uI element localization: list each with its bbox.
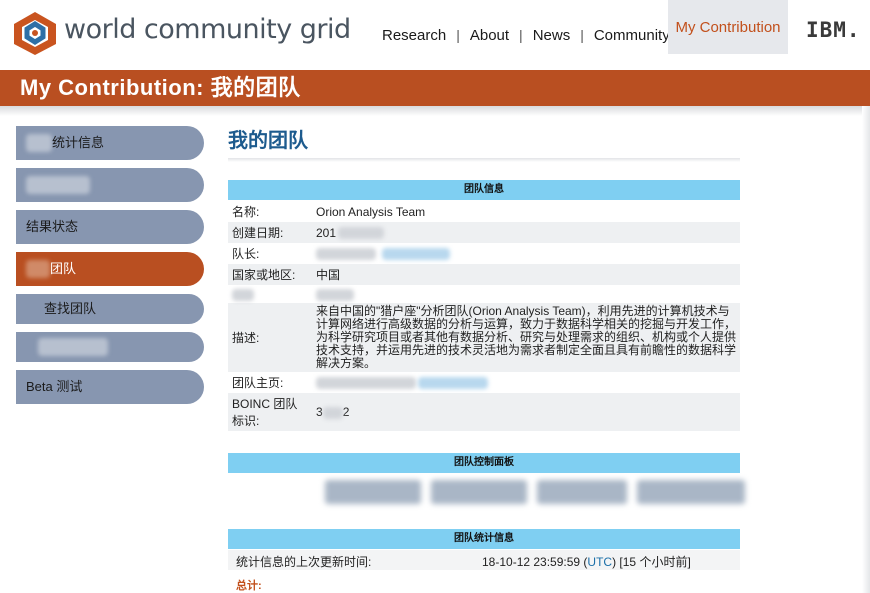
wcg-logo-icon[interactable] — [10, 10, 60, 56]
utc-link[interactable]: UTC — [587, 555, 612, 569]
created-date-value: 201 — [312, 222, 740, 243]
sidebar-item-label: 统计信息 — [52, 135, 105, 150]
title-divider — [228, 158, 740, 162]
ibm-logo[interactable]: IBM. — [806, 18, 861, 42]
field-label: 国家或地区: — [228, 264, 312, 285]
redacted-text — [38, 338, 108, 356]
boinc-id-value: 32 — [312, 393, 740, 431]
sidebar-item-label: 查找团队 — [44, 301, 97, 316]
field-label: 创建日期: — [228, 222, 312, 243]
stats-update-row: 统计信息的上次更新时间: 18-10-12 23:59:59 (UTC) [15… — [228, 550, 740, 570]
field-label: BOINC 团队标识: — [228, 393, 312, 431]
sidebar-item-result-status[interactable]: 结果状态 — [16, 210, 204, 244]
control-button[interactable] — [637, 480, 745, 504]
redacted-text — [26, 134, 52, 152]
team-info-table: 名称: Orion Analysis Team 创建日期: 201 队长: 国家… — [228, 201, 740, 431]
redacted-link[interactable] — [382, 248, 450, 261]
nav-about[interactable]: About — [460, 27, 519, 44]
control-button[interactable] — [431, 480, 527, 504]
nav-news[interactable]: News — [523, 27, 581, 44]
nav-community[interactable]: Community — [584, 27, 680, 44]
homepage-value[interactable] — [312, 372, 740, 393]
redacted-value — [312, 285, 740, 303]
table-row: 创建日期: 201 — [228, 222, 740, 243]
nav-research[interactable]: Research — [372, 27, 456, 44]
sidebar-item-label: 团队 — [50, 261, 77, 276]
team-info-header: 团队信息 — [228, 180, 740, 200]
logo-text[interactable]: world community grid — [64, 14, 351, 45]
sidebar-subitem-redacted[interactable] — [16, 332, 204, 362]
control-panel-buttons — [325, 480, 745, 504]
redacted-text — [322, 406, 343, 419]
team-name-value: Orion Analysis Team — [316, 204, 426, 219]
sidebar-item-redacted[interactable] — [16, 168, 204, 202]
table-row: 队长: — [228, 243, 740, 264]
sidebar-subitem-find-team[interactable]: 查找团队 — [16, 294, 204, 324]
top-nav: Research | About | News | Community — [372, 0, 680, 70]
sidebar-item-label: 结果状态 — [26, 219, 79, 234]
control-button[interactable] — [537, 480, 627, 504]
table-row: 团队主页: — [228, 372, 740, 393]
redacted-link[interactable] — [418, 377, 488, 390]
redacted-text — [26, 260, 50, 278]
field-label: 队长: — [232, 247, 260, 261]
page-title: 我的团队 — [228, 130, 308, 152]
table-row: 名称: Orion Analysis Team — [228, 201, 740, 222]
table-row: 描述: 来自中国的"猎户座"分析团队(Orion Analysis Team)，… — [228, 303, 740, 372]
redacted-text — [316, 248, 376, 261]
control-button[interactable] — [325, 480, 421, 504]
sidebar-item-beta[interactable]: Beta 测试 — [16, 370, 204, 404]
nav-my-contribution[interactable]: My Contribution — [668, 0, 788, 54]
redacted-text — [316, 377, 416, 390]
table-row — [228, 285, 740, 303]
table-row: BOINC 团队标识: 32 — [228, 393, 740, 431]
team-stats-header: 团队统计信息 — [228, 529, 740, 549]
field-label: 名称: — [232, 205, 260, 219]
description-value: 来自中国的"猎户座"分析团队(Orion Analysis Team)，利用先进… — [312, 303, 740, 372]
sidebar: 统计信息 结果状态 团队 查找团队 Beta 测试 — [16, 126, 206, 412]
banner-shadow — [0, 106, 870, 116]
field-label-redacted — [228, 285, 312, 303]
stats-update-label: 统计信息的上次更新时间: — [236, 555, 372, 569]
redacted-text — [338, 227, 385, 240]
captain-value[interactable] — [312, 243, 740, 264]
sidebar-item-team[interactable]: 团队 — [16, 252, 204, 286]
stats-update-value: 18-10-12 23:59:59 (UTC) [15 个小时前] — [482, 555, 691, 569]
sidebar-item-label: Beta 测试 — [26, 379, 83, 394]
redacted-text — [316, 288, 354, 301]
control-panel-header: 团队控制面板 — [228, 453, 740, 473]
total-label: 总计: — [236, 580, 262, 592]
table-row: 国家或地区: 中国 — [228, 264, 740, 285]
site-header: world community grid Research | About | … — [0, 0, 870, 70]
redacted-text — [232, 288, 254, 301]
field-label: 描述: — [228, 303, 312, 372]
field-label: 团队主页: — [232, 376, 284, 390]
page-edge — [862, 106, 870, 593]
redacted-text — [26, 176, 90, 194]
region-value: 中国 — [312, 264, 740, 285]
sidebar-item-statistics[interactable]: 统计信息 — [16, 126, 204, 160]
page-banner: My Contribution: 我的团队 — [0, 70, 870, 106]
